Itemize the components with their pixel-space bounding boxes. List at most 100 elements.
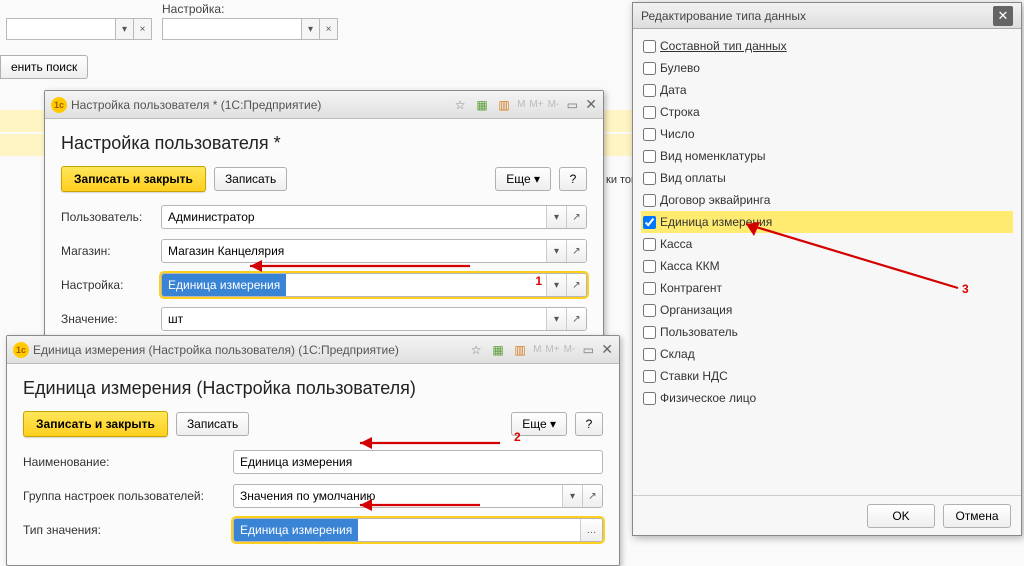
type-label: Составной тип данных xyxy=(660,39,787,53)
type-label: Строка xyxy=(660,105,700,119)
type-item[interactable]: Контрагент xyxy=(641,277,1013,299)
type-checkbox[interactable] xyxy=(643,62,656,75)
star-icon[interactable]: ☆ xyxy=(467,341,485,359)
dropdown-icon[interactable]: ▾ xyxy=(546,274,566,296)
type-checkbox[interactable] xyxy=(643,304,656,317)
name-label: Наименование: xyxy=(23,455,233,469)
open-icon[interactable]: ↗ xyxy=(566,308,586,330)
clear-icon[interactable]: × xyxy=(320,18,338,40)
type-label: Вид номенклатуры xyxy=(660,149,766,163)
type-label: Пользователь xyxy=(660,325,738,339)
open-icon[interactable]: ↗ xyxy=(566,206,586,228)
dropdown-icon[interactable]: ▾ xyxy=(546,206,566,228)
type-item[interactable]: Склад xyxy=(641,343,1013,365)
type-item[interactable]: Булево xyxy=(641,57,1013,79)
type-checkbox[interactable] xyxy=(643,260,656,273)
open-icon[interactable]: ↗ xyxy=(582,485,602,507)
type-label: Тип значения: xyxy=(23,523,233,537)
titlebar: 1c Единица измерения (Настройка пользова… xyxy=(7,336,619,364)
save-and-close-button[interactable]: Записать и закрыть xyxy=(23,411,168,437)
type-checkbox[interactable] xyxy=(643,348,656,361)
type-item[interactable]: Пользователь xyxy=(641,321,1013,343)
open-icon[interactable]: ↗ xyxy=(566,240,586,262)
help-button[interactable]: ? xyxy=(559,167,587,191)
calendar-icon[interactable]: ▥ xyxy=(495,96,513,114)
user-field[interactable] xyxy=(162,206,546,228)
calc-icon[interactable]: ▦ xyxy=(473,96,491,114)
dialog-footer: OK Отмена xyxy=(633,495,1021,535)
type-item[interactable]: Составной тип данных xyxy=(641,35,1013,57)
dropdown-icon[interactable]: ▾ xyxy=(546,240,566,262)
save-button[interactable]: Записать xyxy=(176,412,249,436)
shop-field[interactable] xyxy=(162,240,546,262)
type-checkbox[interactable] xyxy=(643,106,656,119)
type-item[interactable]: Организация xyxy=(641,299,1013,321)
ellipsis-icon[interactable]: … xyxy=(580,519,602,541)
dropdown-icon[interactable]: ▾ xyxy=(302,18,320,40)
type-checkbox[interactable] xyxy=(643,238,656,251)
dialog-titlebar: Редактирование типа данных ✕ xyxy=(633,3,1021,29)
type-item[interactable]: Вид номенклатуры xyxy=(641,145,1013,167)
type-checkbox[interactable] xyxy=(643,282,656,295)
type-item[interactable]: Ставки НДС xyxy=(641,365,1013,387)
user-setting-window: 1c Настройка пользователя * (1С:Предприя… xyxy=(44,90,604,355)
name-field[interactable] xyxy=(234,451,602,473)
type-item[interactable]: Вид оплаты xyxy=(641,167,1013,189)
type-label: Касса ККМ xyxy=(660,259,720,273)
help-button[interactable]: ? xyxy=(575,412,603,436)
dropdown-icon[interactable]: ▾ xyxy=(562,485,582,507)
setting-field[interactable]: Единица измерения xyxy=(162,274,286,296)
apply-search-button[interactable]: енить поиск xyxy=(0,55,88,79)
m-label: M xyxy=(533,344,541,355)
app-icon: 1c xyxy=(13,342,29,358)
type-checkbox[interactable] xyxy=(643,194,656,207)
type-checkbox[interactable] xyxy=(643,172,656,185)
m-label: M xyxy=(517,99,525,110)
type-checkbox[interactable] xyxy=(643,128,656,141)
type-checkbox[interactable] xyxy=(643,40,656,53)
calendar-icon[interactable]: ▥ xyxy=(511,341,529,359)
setting-label: Настройка: xyxy=(61,278,161,292)
open-icon[interactable]: ↗ xyxy=(566,274,586,296)
type-item[interactable]: Физическое лицо xyxy=(641,387,1013,409)
dropdown-icon[interactable]: ▾ xyxy=(546,308,566,330)
calc-icon[interactable]: ▦ xyxy=(489,341,507,359)
type-item[interactable]: Строка xyxy=(641,101,1013,123)
dropdown-icon[interactable]: ▾ xyxy=(116,18,134,40)
ok-button[interactable]: OK xyxy=(867,504,935,528)
type-item[interactable]: Единица измерения xyxy=(641,211,1013,233)
type-item[interactable]: Договор эквайринга xyxy=(641,189,1013,211)
save-and-close-button[interactable]: Записать и закрыть xyxy=(61,166,206,192)
window-control-icon[interactable]: ▭ xyxy=(579,341,597,359)
star-icon[interactable]: ☆ xyxy=(451,96,469,114)
type-checkbox[interactable] xyxy=(643,216,656,229)
top-setting-label: Настройка: xyxy=(162,2,338,16)
type-checkbox[interactable] xyxy=(643,150,656,163)
clear-icon[interactable]: × xyxy=(134,18,152,40)
type-checkbox[interactable] xyxy=(643,370,656,383)
type-checkbox[interactable] xyxy=(643,392,656,405)
close-icon[interactable]: ✕ xyxy=(585,96,597,113)
more-button[interactable]: Еще ▾ xyxy=(495,167,551,191)
type-field[interactable]: Единица измерения xyxy=(234,519,358,541)
type-item[interactable]: Касса ККМ xyxy=(641,255,1013,277)
annotation-2: 2 xyxy=(514,430,521,444)
cancel-button[interactable]: Отмена xyxy=(943,504,1011,528)
type-item[interactable]: Дата xyxy=(641,79,1013,101)
close-icon[interactable]: ✕ xyxy=(601,341,613,358)
type-list[interactable]: Составной тип данных БулевоДата Строка Числ… xyxy=(633,29,1021,495)
type-item[interactable]: Число xyxy=(641,123,1013,145)
top-filter-input-1[interactable] xyxy=(6,18,116,40)
dialog-title: Редактирование типа данных xyxy=(641,9,806,23)
m-plus-label: M+ xyxy=(529,99,543,110)
type-label: Единица измерения xyxy=(660,215,772,229)
value-field[interactable] xyxy=(162,308,546,330)
group-field[interactable] xyxy=(234,485,562,507)
window-control-icon[interactable]: ▭ xyxy=(563,96,581,114)
close-icon[interactable]: ✕ xyxy=(993,6,1013,26)
save-button[interactable]: Записать xyxy=(214,167,287,191)
type-item[interactable]: Касса xyxy=(641,233,1013,255)
type-checkbox[interactable] xyxy=(643,326,656,339)
type-checkbox[interactable] xyxy=(643,84,656,97)
top-filter-setting[interactable] xyxy=(162,18,302,40)
